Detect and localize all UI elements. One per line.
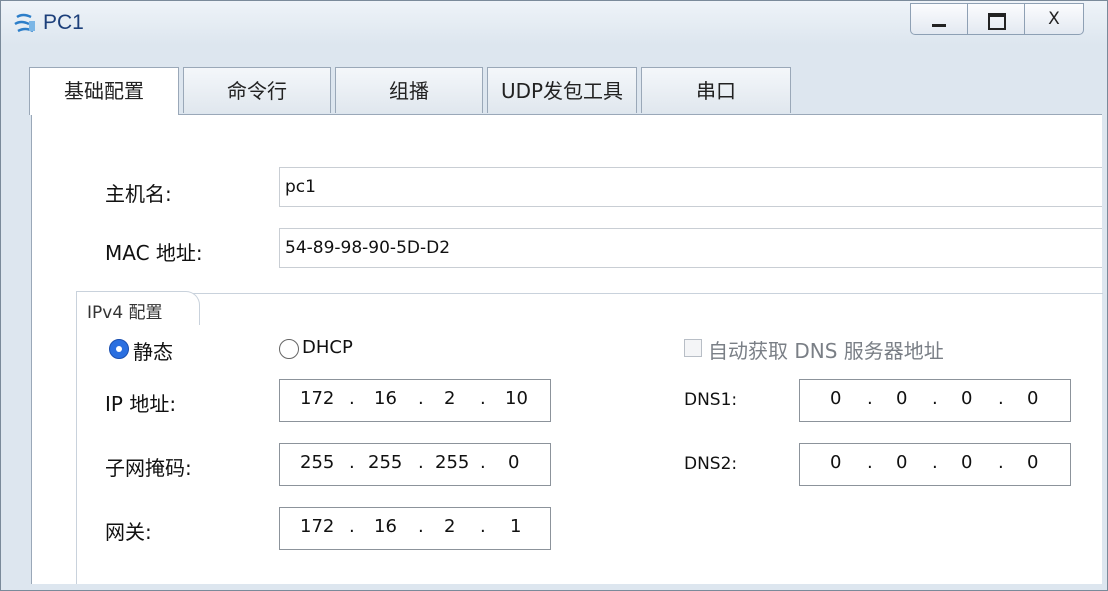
- dns2-label: DNS2:: [684, 454, 738, 474]
- gateway-input[interactable]: 172 . 16 . 2 . 1: [279, 507, 551, 550]
- mac-field[interactable]: 54-89-98-90-5D-D2: [279, 228, 1102, 268]
- ip-octet-3: 2: [444, 388, 456, 409]
- ip-address-input[interactable]: 172 . 16 . 2 . 10: [279, 379, 551, 422]
- mask-dot: .: [480, 452, 486, 473]
- tab-basic-config[interactable]: 基础配置: [29, 67, 179, 115]
- ip-dot: .: [418, 388, 424, 409]
- dns1-dot: .: [867, 388, 873, 409]
- tab-command-line[interactable]: 命令行: [183, 67, 331, 113]
- dns2-dot: .: [932, 452, 938, 473]
- hostname-label: 主机名:: [105, 182, 172, 206]
- gw-dot: .: [418, 516, 424, 537]
- window-controls: X: [910, 3, 1084, 36]
- dns1-input[interactable]: 0 . 0 . 0 . 0: [799, 379, 1071, 422]
- ipv4-group-title: IPv4 配置: [87, 303, 163, 323]
- gw-octet-1: 172: [300, 516, 335, 537]
- ip-octet-2: 16: [374, 388, 397, 409]
- auto-dns-checkbox[interactable]: [684, 339, 702, 357]
- gw-dot: .: [349, 516, 355, 537]
- dns2-octet-3: 0: [961, 452, 973, 473]
- gw-octet-2: 16: [374, 516, 397, 537]
- ipv4-group-header: IPv4 配置: [76, 291, 200, 325]
- ip-dot: .: [349, 388, 355, 409]
- close-button[interactable]: X: [1024, 3, 1084, 35]
- mask-dot: .: [418, 452, 424, 473]
- dns2-dot: .: [867, 452, 873, 473]
- dns1-dot: .: [932, 388, 938, 409]
- maximize-button[interactable]: [967, 3, 1024, 35]
- pc1-window: PC1 X 基础配置 命令行 组播 UDP发包工具 串口 主机名: pc1 MA…: [0, 0, 1108, 591]
- mask-octet-1: 255: [300, 452, 335, 473]
- dns2-dot: .: [998, 452, 1004, 473]
- dns1-octet-4: 0: [1027, 388, 1039, 409]
- minimize-button[interactable]: [910, 3, 967, 35]
- dhcp-radio[interactable]: [279, 339, 299, 359]
- client-area: 基础配置 命令行 组播 UDP发包工具 串口 主机名: pc1 MAC 地址: …: [9, 45, 1103, 584]
- mask-dot: .: [349, 452, 355, 473]
- ip-octet-1: 172: [300, 388, 335, 409]
- dhcp-label: DHCP: [302, 337, 353, 358]
- tab-multicast[interactable]: 组播: [335, 67, 483, 113]
- dns2-octet-1: 0: [830, 452, 842, 473]
- gw-dot: .: [480, 516, 486, 537]
- tab-serial-port[interactable]: 串口: [641, 67, 791, 113]
- window-title: PC1: [43, 11, 84, 34]
- title-bar[interactable]: PC1 X: [1, 1, 1107, 45]
- gateway-label: 网关:: [105, 520, 152, 544]
- basic-config-panel: 主机名: pc1 MAC 地址: 54-89-98-90-5D-D2 IPv4 …: [31, 114, 1103, 584]
- ipv4-group: [76, 293, 1103, 584]
- gw-octet-4: 1: [510, 516, 522, 537]
- dns1-dot: .: [998, 388, 1004, 409]
- mask-label: 子网掩码:: [105, 456, 192, 480]
- ip-dot: .: [480, 388, 486, 409]
- static-radio[interactable]: [109, 339, 129, 359]
- ip-label: IP 地址:: [105, 392, 177, 416]
- maximize-icon: [988, 13, 1006, 30]
- ip-octet-4: 10: [505, 388, 528, 409]
- dns2-octet-4: 0: [1027, 452, 1039, 473]
- dns2-input[interactable]: 0 . 0 . 0 . 0: [799, 443, 1071, 486]
- subnet-mask-input[interactable]: 255 . 255 . 255 . 0: [279, 443, 551, 486]
- dns1-octet-1: 0: [830, 388, 842, 409]
- gw-octet-3: 2: [444, 516, 456, 537]
- minimize-icon: [932, 24, 946, 27]
- tab-udp-tool[interactable]: UDP发包工具: [487, 67, 637, 113]
- dns1-label: DNS1:: [684, 390, 738, 410]
- dns1-octet-2: 0: [896, 388, 908, 409]
- hostname-field[interactable]: pc1: [279, 167, 1102, 207]
- static-label: 静态: [133, 340, 173, 364]
- mac-label: MAC 地址:: [105, 241, 203, 265]
- mask-octet-2: 255: [368, 452, 403, 473]
- mask-octet-4: 0: [508, 452, 520, 473]
- app-icon: [14, 13, 35, 33]
- mask-octet-3: 255: [435, 452, 470, 473]
- dns1-octet-3: 0: [961, 388, 973, 409]
- close-icon: X: [1048, 9, 1060, 29]
- dns2-octet-2: 0: [896, 452, 908, 473]
- auto-dns-label: 自动获取 DNS 服务器地址: [708, 339, 944, 363]
